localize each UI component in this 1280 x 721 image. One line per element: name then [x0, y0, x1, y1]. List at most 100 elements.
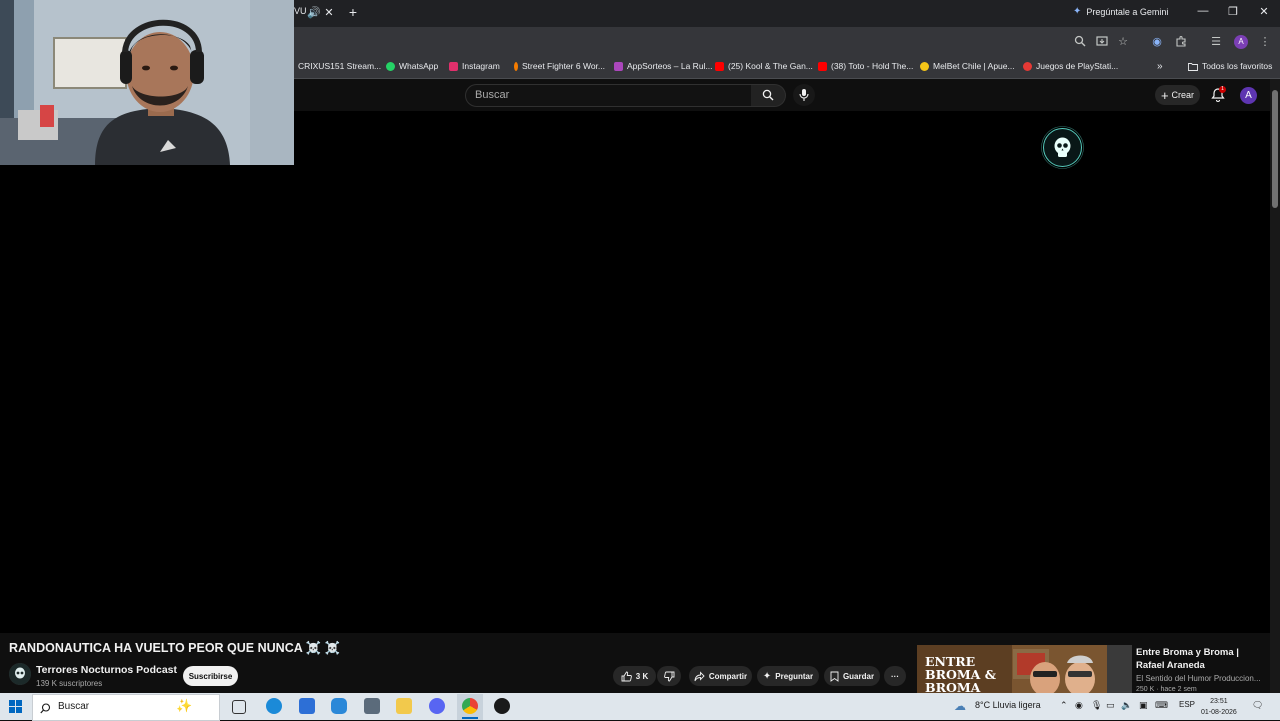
- channel-name[interactable]: Terrores Nocturnos Podcast: [36, 664, 177, 676]
- bookmark-item[interactable]: Street Fighter 6 Wor...: [514, 61, 605, 71]
- thumbnail-text: ENTRE BROMA & BROMA: [925, 654, 997, 693]
- taskbar-search-icon: [40, 701, 51, 719]
- sf6-icon: [514, 61, 518, 71]
- tray-icon[interactable]: ▣: [1139, 700, 1148, 711]
- profile-avatar[interactable]: A: [1234, 35, 1248, 49]
- taskbar-search-label: Buscar: [58, 701, 90, 712]
- sparkle-icon: ✦: [762, 670, 772, 682]
- microphone-icon: [799, 89, 809, 101]
- tray-overflow-icon[interactable]: ⌃: [1060, 700, 1068, 711]
- bookmark-icon: [830, 671, 839, 682]
- new-tab-icon[interactable]: +: [345, 5, 361, 19]
- discord-icon[interactable]: [429, 698, 445, 714]
- channel-watermark-logo: [1041, 126, 1084, 169]
- account-avatar[interactable]: A: [1240, 87, 1257, 104]
- chrome-icon[interactable]: [462, 698, 478, 714]
- gemini-icon: ✦: [1073, 6, 1082, 17]
- thumbs-down-icon: [663, 671, 674, 681]
- bookmark-item[interactable]: CRIXUS151 Stream...: [298, 61, 381, 71]
- video-player[interactable]: [0, 111, 1270, 633]
- reading-list-icon[interactable]: ☰: [1209, 35, 1223, 49]
- bookmark-item[interactable]: AppSorteos – La Rul...: [614, 61, 713, 71]
- extension-shield-icon[interactable]: ◉: [1150, 35, 1164, 49]
- like-button[interactable]: 3 K: [613, 666, 656, 686]
- share-icon: [694, 670, 705, 681]
- recommended-thumbnail[interactable]: ENTRE BROMA & BROMA: [917, 645, 1132, 693]
- channel-avatar[interactable]: [9, 663, 31, 685]
- active-app-indicator: [462, 717, 478, 719]
- zoom-icon[interactable]: [1073, 35, 1087, 49]
- task-view-icon[interactable]: [232, 700, 246, 714]
- network-icon[interactable]: ▭: [1106, 700, 1115, 711]
- minimize-icon[interactable]: —: [1192, 5, 1214, 17]
- gemini-button[interactable]: ✦ Pregúntale a Gemini: [1073, 6, 1168, 17]
- streamer-webcam-image: [0, 0, 294, 165]
- create-button[interactable]: + Crear: [1155, 85, 1200, 105]
- notification-center-icon[interactable]: 🗨: [1252, 700, 1263, 711]
- bookmarks-overflow-icon[interactable]: »: [1157, 61, 1163, 72]
- weather-cloud-icon: ☁: [954, 699, 966, 713]
- language-indicator[interactable]: ESP: [1179, 700, 1195, 709]
- plus-icon: +: [1160, 87, 1169, 103]
- install-app-icon[interactable]: [1095, 35, 1109, 49]
- youtube-icon: [818, 61, 827, 71]
- whatsapp-icon: [386, 61, 395, 71]
- subscriber-count: 139 K suscriptores: [36, 679, 103, 688]
- bookmark-item[interactable]: (38) Toto - Hold The...: [818, 61, 913, 71]
- instagram-icon: [449, 61, 458, 71]
- search-icon: [762, 89, 774, 101]
- bookmark-item[interactable]: WhatsApp: [386, 61, 438, 71]
- bookmark-item[interactable]: (25) Kool & The Gan...: [715, 61, 813, 71]
- search-placeholder: Buscar: [475, 89, 510, 101]
- active-tab-title[interactable]: VU: [294, 6, 307, 16]
- ask-button[interactable]: ✦ Preguntar: [757, 666, 819, 686]
- gemini-label: Pregúntale a Gemini: [1086, 6, 1169, 17]
- voice-search-button[interactable]: [793, 84, 815, 106]
- playstation-icon: [1023, 61, 1032, 71]
- microphone-tray-icon[interactable]: 🎙: [1091, 700, 1102, 711]
- window-close-icon[interactable]: ✕: [1253, 5, 1275, 18]
- browser-menu-icon[interactable]: ⋮: [1258, 35, 1272, 49]
- recommended-title[interactable]: Entre Broma y Broma | Rafael Araneda: [1136, 646, 1270, 672]
- windows-start-icon[interactable]: [9, 700, 22, 718]
- search-button[interactable]: [751, 84, 786, 107]
- tab-close-icon[interactable]: ✕: [322, 6, 336, 20]
- like-count: 3 K: [635, 671, 649, 681]
- appsorteos-icon: [614, 61, 623, 71]
- save-button[interactable]: Guardar: [824, 666, 880, 686]
- extensions-puzzle-icon[interactable]: [1174, 35, 1188, 49]
- scrollbar-thumb[interactable]: [1272, 90, 1278, 208]
- app-icon[interactable]: [331, 698, 347, 714]
- share-button[interactable]: Compartir: [689, 666, 752, 686]
- recommended-meta: 250 K · hace 2 sem: [1136, 686, 1197, 693]
- store-icon[interactable]: [299, 698, 315, 714]
- recommended-channel[interactable]: El Sentido del Humor Produccion...: [1136, 674, 1261, 683]
- notification-badge: 1: [1219, 86, 1226, 93]
- bookmark-item[interactable]: Juegos de PlayStati...: [1023, 61, 1118, 71]
- subscribe-button[interactable]: Suscribirse: [183, 666, 238, 686]
- dislike-button[interactable]: [657, 666, 681, 686]
- bookmark-item[interactable]: MelBet Chile | Apue...: [920, 61, 1015, 71]
- tab-audio-icon[interactable]: 🔊: [307, 6, 321, 20]
- youtube-icon: [715, 61, 724, 71]
- edge-icon[interactable]: [266, 698, 282, 714]
- search-highlight-icon: ✨: [176, 698, 193, 713]
- obs-icon[interactable]: [494, 698, 510, 714]
- taskbar-clock[interactable]: 23:51 01-08-2026: [1201, 696, 1237, 718]
- tray-icon[interactable]: ◉: [1075, 700, 1083, 711]
- thumbs-up-icon: [621, 671, 632, 681]
- file-explorer-icon[interactable]: [396, 698, 412, 714]
- video-title: RANDONAUTICA HA VUELTO PEOR QUE NUNCA ☠️…: [9, 641, 341, 655]
- melbet-icon: [920, 61, 929, 71]
- restore-icon[interactable]: ❐: [1222, 5, 1244, 18]
- keyboard-icon[interactable]: ⌨: [1155, 700, 1168, 711]
- all-favorites[interactable]: Todos los favoritos: [1188, 61, 1272, 71]
- webcam-overlay: [0, 0, 294, 165]
- bookmark-star-icon[interactable]: ☆: [1116, 35, 1130, 49]
- bookmark-item[interactable]: Instagram: [449, 61, 500, 71]
- more-actions-button[interactable]: ···: [884, 666, 906, 686]
- calculator-icon[interactable]: [364, 698, 380, 714]
- weather-text[interactable]: 8°C Lluvia ligera: [975, 700, 1041, 710]
- volume-icon[interactable]: 🔈: [1121, 700, 1132, 711]
- folder-icon: [1188, 62, 1198, 71]
